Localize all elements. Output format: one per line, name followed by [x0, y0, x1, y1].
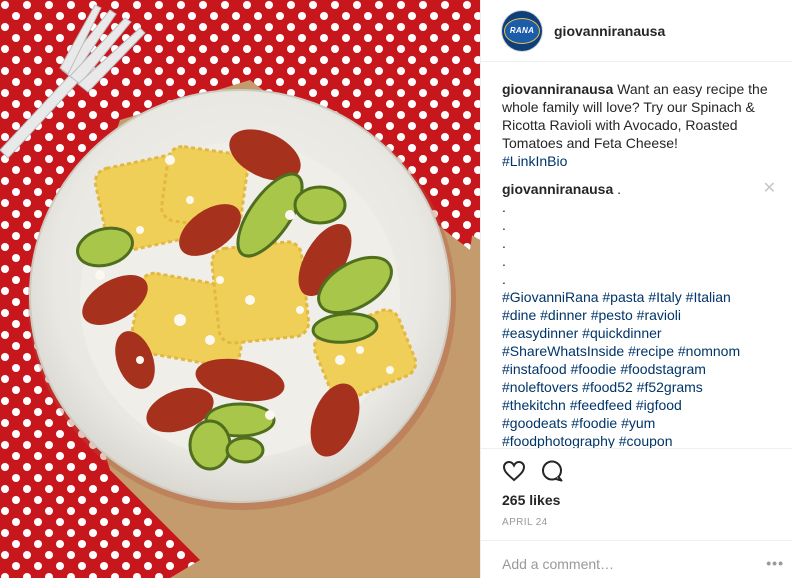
post-photo[interactable] [0, 0, 480, 578]
hashtags: #GiovanniRana #pasta #Italy #Italian #di… [502, 288, 780, 450]
dot-line: . [502, 235, 506, 251]
hashtag-line[interactable]: #ShareWhatsInside #recipe #nomnom [502, 342, 780, 360]
avatar[interactable]: RANA [502, 10, 542, 51]
ravioli-dish-image [0, 0, 480, 578]
hashtag-line[interactable]: #easydinner #quickdinner [502, 324, 780, 342]
comment: ✕ giovanniranausa . . . . . . #GiovanniR… [502, 180, 780, 450]
comment-dots: . . . . . [502, 198, 780, 288]
instagram-post: RANA giovanniranausa giovanniranausa Wan… [0, 0, 798, 578]
hashtag-line[interactable]: #instafood #foodie #foodstagram [502, 360, 780, 378]
close-icon[interactable]: ✕ [763, 180, 776, 198]
likes-count[interactable]: 265 likes [502, 492, 560, 508]
comments-section: giovanniranausa Want an easy recipe the … [481, 62, 798, 450]
post-header: RANA giovanniranausa [481, 0, 792, 62]
post-date: APRIL 24 [502, 517, 548, 528]
heart-icon[interactable] [502, 459, 526, 490]
caption: giovanniranausa Want an easy recipe the … [502, 80, 780, 170]
caption-link[interactable]: #LinkInBio [502, 153, 567, 169]
rana-logo: RANA [504, 17, 540, 44]
dot-line: . [502, 271, 506, 287]
add-comment-input[interactable]: Add a comment… [481, 540, 792, 578]
more-options-icon[interactable]: ••• [766, 555, 784, 571]
hashtag-line[interactable]: #GiovanniRana #pasta #Italy #Italian [502, 288, 780, 306]
dot-line: . [502, 199, 506, 215]
caption-username[interactable]: giovanniranausa [502, 81, 613, 97]
header-username[interactable]: giovanniranausa [554, 23, 665, 39]
action-bar [481, 448, 792, 490]
hashtag-line[interactable]: #thekitchn #feedfeed #igfood [502, 396, 780, 414]
comment-text: . [617, 181, 622, 197]
post-sidebar: RANA giovanniranausa giovanniranausa Wan… [480, 0, 798, 578]
comment-icon[interactable] [540, 459, 564, 490]
hashtag-line[interactable]: #dine #dinner #pesto #ravioli [502, 306, 780, 324]
hashtag-line[interactable]: #goodeats #foodie #yum [502, 414, 780, 432]
dot-line: . [502, 217, 506, 233]
hashtag-line[interactable]: #noleftovers #food52 #f52grams [502, 378, 780, 396]
dot-line: . [502, 253, 506, 269]
comment-username[interactable]: giovanniranausa [502, 181, 613, 197]
